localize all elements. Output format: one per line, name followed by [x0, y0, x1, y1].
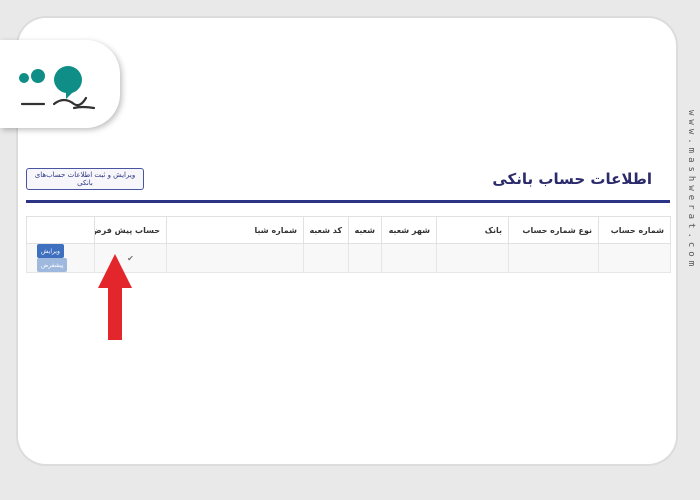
cell-sheba: [166, 243, 304, 273]
table-header-row: شماره حساب نوع شماره حساب بانک شهر شعبه …: [26, 216, 671, 244]
header-bank: بانک: [436, 216, 509, 244]
edit-register-accounts-button[interactable]: ویرایش و ثبت اطلاعات حساب‌های بانکی: [26, 168, 144, 190]
logo-card: [0, 40, 120, 128]
cell-branch-city: [381, 243, 437, 273]
cell-actions: ویرایش پیشفرض: [26, 243, 95, 273]
cell-branch-code: [303, 243, 349, 273]
set-default-button[interactable]: پیشفرض: [37, 258, 68, 272]
watermark-text: www.mashwerat.com: [686, 110, 696, 271]
mashwerat-logo-icon: [19, 66, 96, 110]
edit-button[interactable]: ویرایش: [37, 244, 64, 258]
page-title: اطلاعات حساب بانکی: [492, 170, 652, 188]
header-account-type: نوع شماره حساب: [508, 216, 599, 244]
header-sheba: شماره شبا: [166, 216, 304, 244]
cell-bank: [436, 243, 509, 273]
header-branch-code: کد شعبه: [303, 216, 349, 244]
title-divider: [26, 200, 670, 203]
header-branch: شعبه: [348, 216, 382, 244]
cell-branch: [348, 243, 382, 273]
red-arrow-up-icon: [98, 254, 132, 340]
cell-account-number: [598, 243, 671, 273]
header-branch-city: شهر شعبه: [381, 216, 437, 244]
cell-account-type: [508, 243, 599, 273]
header-account-number: شماره حساب: [598, 216, 671, 244]
header-default-account: حساب پیش فرض: [94, 216, 167, 244]
header-actions: [26, 216, 95, 244]
